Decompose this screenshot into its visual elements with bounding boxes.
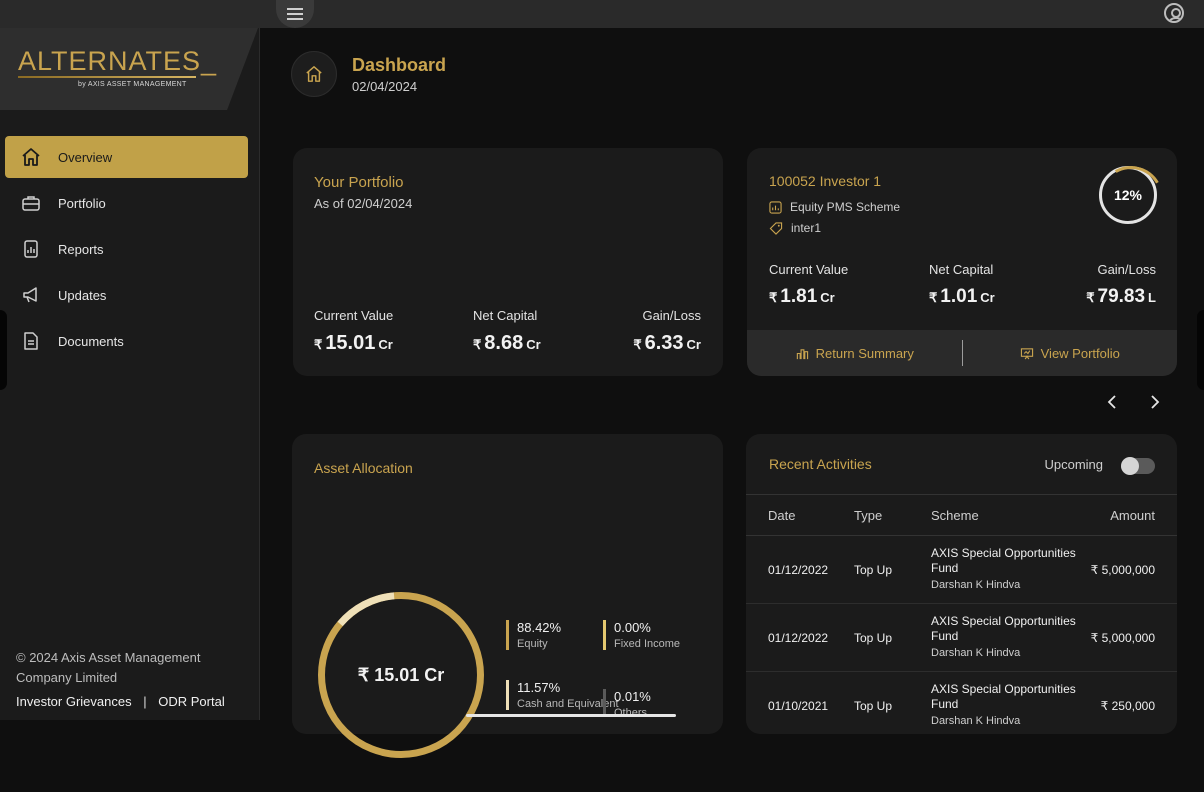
home-icon [306,66,322,82]
recent-activities-title: Recent Activities [769,456,872,472]
chart-icon [769,200,782,214]
investor-title[interactable]: 100052 Investor 1 [769,173,881,189]
chevron-right-icon [1151,395,1160,409]
current-value: ₹15.01 Cr [314,332,393,354]
brand-header: ALTERNATES_ by AXIS ASSET MANAGEMENT [0,28,258,110]
upcoming-toggle[interactable] [1121,457,1155,475]
current-value-label: Current Value [314,308,394,323]
report-icon [19,237,43,261]
legend-fixed-income: 0.00% Fixed Income [603,620,680,650]
column-type: Type [854,507,883,523]
portfolio-as-of: As of 02/04/2024 [314,196,413,211]
investor-current-value-label: Current Value [769,262,849,277]
sidebar-nav: Overview Portfolio Reports Updates Docum… [5,136,248,366]
asset-allocation-title: Asset Allocation [314,460,413,476]
logo-underline [18,76,196,78]
sidebar-item-documents[interactable]: Documents [5,320,248,362]
progress-ring: 12% [1099,166,1157,224]
net-capital-label: Net Capital [473,308,538,323]
menu-toggle-button[interactable] [276,0,314,28]
return-summary-button[interactable]: Return Summary [747,346,962,361]
home-icon [19,145,43,169]
brand-byline: by AXIS ASSET MANAGEMENT [78,81,187,88]
scheme-row: Equity PMS Scheme [769,200,900,214]
view-portfolio-button[interactable]: View Portfolio [963,346,1178,361]
column-amount: Amount [1110,507,1155,523]
investor-card-actions: Return Summary View Portfolio [747,330,1177,376]
legend-equity: 88.42% Equity [506,620,561,650]
sidebar-item-label: Documents [58,333,124,349]
sidebar-item-label: Overview [58,149,113,165]
tag-icon [769,221,783,235]
sidebar-item-updates[interactable]: Updates [5,274,248,316]
sidebar-item-label: Reports [58,241,104,257]
right-edge-handle [1197,310,1204,390]
investor-gain-loss-label: Gain/Loss [1097,262,1156,277]
footer-separator: | [143,694,147,709]
portfolio-card: Your Portfolio As of 02/04/2024 Current … [293,148,723,376]
footer-links: Investor Grievances | ODR Portal [16,694,225,709]
sidebar: ALTERNATES_ by AXIS ASSET MANAGEMENT Ove… [0,28,260,720]
portfolio-title: Your Portfolio [314,174,404,191]
main-content: Dashboard 02/04/2024 Your Portfolio As o… [260,28,1204,720]
user-account-icon[interactable] [1164,3,1184,23]
hamburger-icon [287,8,303,20]
page-date: 02/04/2024 [352,79,418,94]
tag-row: inter1 [769,221,821,235]
document-icon [19,329,43,353]
sidebar-item-overview[interactable]: Overview [5,136,248,178]
sidebar-item-label: Updates [58,287,107,303]
brand-logo: ALTERNATES_ [18,46,218,76]
sidebar-item-label: Portfolio [58,195,106,211]
chevron-left-icon [1107,395,1116,409]
investor-card: 100052 Investor 1 Equity PMS Scheme inte… [747,148,1177,376]
table-row[interactable]: 01/12/2022 Top Up AXIS Special Opportuni… [746,536,1177,604]
odr-portal-link[interactable]: ODR Portal [158,694,224,709]
column-date: Date [768,507,796,523]
presentation-icon [1020,347,1033,359]
investor-gain-loss-value: ₹79.83 L [1086,286,1156,307]
recent-activities-card: Recent Activities Upcoming Date Type Sch… [746,434,1177,734]
activities-table: Date Type Scheme Amount 01/12/2022 Top U… [746,494,1177,734]
left-edge-handle [0,310,7,390]
home-button[interactable] [291,51,337,97]
legend-cash: 11.57% Cash and Equivalent [506,680,619,714]
top-bar [0,0,1204,28]
legend-others: 0.01% Others [603,689,651,716]
carousel-prev-button[interactable] [1102,392,1122,412]
table-header: Date Type Scheme Amount [746,494,1177,536]
sidebar-item-portfolio[interactable]: Portfolio [5,182,248,224]
page-title: Dashboard [352,55,447,75]
megaphone-icon [19,283,43,307]
briefcase-icon [19,191,43,215]
upcoming-toggle-label: Upcoming [1044,457,1103,472]
investor-grievances-link[interactable]: Investor Grievances [16,694,132,709]
investor-current-value: ₹1.81 Cr [769,286,835,307]
table-row[interactable]: 01/12/2022 Top Up AXIS Special Opportuni… [746,604,1177,672]
allocation-total: ₹ 15.01 Cr [357,664,445,685]
asset-allocation-card: Asset Allocation ₹ 15.01 Cr 88.42% Equit… [292,434,723,734]
investor-net-capital-label: Net Capital [929,262,994,277]
sidebar-item-reports[interactable]: Reports [5,228,248,270]
allocation-donut: ₹ 15.01 Cr [318,592,484,758]
column-scheme: Scheme [931,507,979,523]
net-capital-value: ₹8.68 Cr [473,332,541,354]
gain-loss-label: Gain/Loss [642,308,701,323]
scroll-indicator [466,714,676,717]
investor-net-capital-value: ₹1.01 Cr [929,286,995,307]
table-row[interactable]: 01/10/2021 Top Up AXIS Special Opportuni… [746,672,1177,734]
copyright-text: © 2024 Axis Asset Management Company Lim… [16,650,201,685]
gain-loss-value: ₹6.33 Cr [633,332,701,354]
carousel-next-button[interactable] [1145,392,1165,412]
bar-chart-icon [796,348,808,359]
